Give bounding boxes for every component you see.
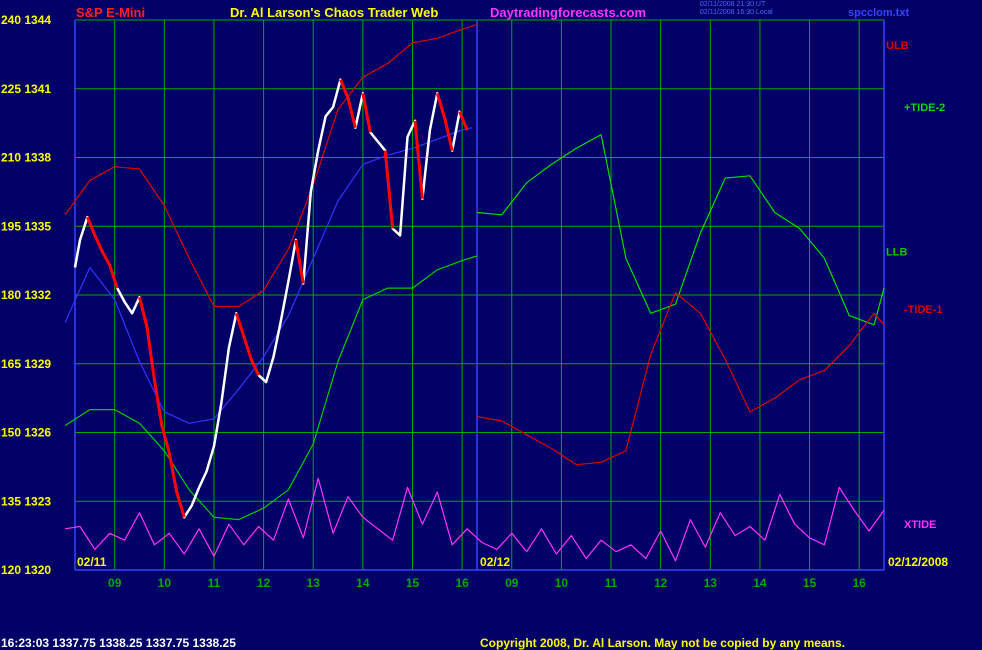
price-down-segment (145, 326, 156, 381)
price-down-segment (249, 358, 260, 376)
x-tick-label: 14 (753, 576, 767, 590)
x-tick-label: 15 (803, 576, 817, 590)
x-tick-label: 12 (654, 576, 668, 590)
price-down-segment (435, 92, 447, 119)
date-label-full: 02/12/2008 (888, 555, 948, 569)
price-line (73, 78, 469, 519)
tide-minus-line (476, 292, 885, 466)
x-tick-label: 10 (158, 576, 172, 590)
y-tick-label-left: 150 1326 (1, 426, 51, 440)
x-tick-label: 16 (455, 576, 469, 590)
price-down-segment (458, 111, 469, 131)
price-down-segment (234, 312, 246, 337)
y-tick-label-left: 195 1335 (1, 219, 51, 233)
moving-average-line (64, 127, 473, 424)
llb-line (64, 255, 478, 521)
legend-xtide: XTIDE (904, 519, 936, 531)
legend-llb: LLB (886, 246, 907, 258)
x-tick-label: 15 (406, 576, 420, 590)
x-tick-label: 11 (208, 576, 221, 590)
y-tick-label-left: 240 1344 (1, 13, 51, 27)
x-tick-label: 13 (307, 576, 321, 590)
series-layer (64, 24, 885, 562)
price-down-segment (93, 234, 104, 253)
price-down-segment (361, 93, 372, 133)
y-tick-label-left: 165 1329 (1, 357, 51, 371)
grid (75, 19, 884, 571)
labels-layer: 240 1344 225 1341 210 1338 195 1335 180 1332… (1, 13, 948, 590)
price-down-segment (346, 97, 357, 129)
x-tick-label: 11 (605, 576, 618, 590)
y-tick-label-left: 225 1341 (1, 82, 51, 96)
price-down-segment (100, 250, 112, 266)
date-label-day2: 02/12 (480, 555, 510, 569)
price-down-segment (242, 335, 253, 360)
price-down-segment (413, 120, 424, 199)
price-down-segment (294, 239, 305, 284)
price-down-segment (175, 491, 186, 518)
quote-readout: 16:23:03 1337.75 1338.25 1337.75 1338.25 (1, 636, 236, 650)
price-down-segment (138, 296, 149, 328)
date-label-day1: 02/11 (77, 555, 107, 569)
x-tick-label: 09 (505, 576, 519, 590)
price-down-segment (108, 264, 119, 289)
legend-tide-minus: -TIDE-1 (904, 304, 943, 316)
legend-tide-plus: +TIDE-2 (904, 102, 945, 114)
copyright: Copyright 2008, Dr. Al Larson. May not b… (480, 636, 845, 650)
xtide-line (65, 477, 885, 562)
chaos-chart: 240 1344 225 1341 210 1338 195 1335 180 1332… (1, 13, 948, 590)
price-down-segment (167, 452, 179, 493)
legend-ulb: ULB (886, 40, 909, 52)
x-tick-label: 14 (356, 576, 370, 590)
y-tick-label-left: 120 1320 (1, 563, 51, 577)
x-tick-label: 13 (704, 576, 718, 590)
price-down-segment (383, 150, 395, 229)
ulb-line (64, 24, 478, 308)
y-tick-label-left: 135 1323 (1, 494, 51, 508)
x-tick-label: 16 (853, 576, 867, 590)
price-down-segment (152, 379, 164, 426)
x-tick-label: 10 (555, 576, 569, 590)
y-tick-label-left: 210 1338 (1, 151, 51, 165)
y-tick-label-left: 180 1332 (1, 288, 51, 302)
x-tick-label: 09 (108, 576, 122, 590)
x-tick-label: 12 (257, 576, 271, 590)
